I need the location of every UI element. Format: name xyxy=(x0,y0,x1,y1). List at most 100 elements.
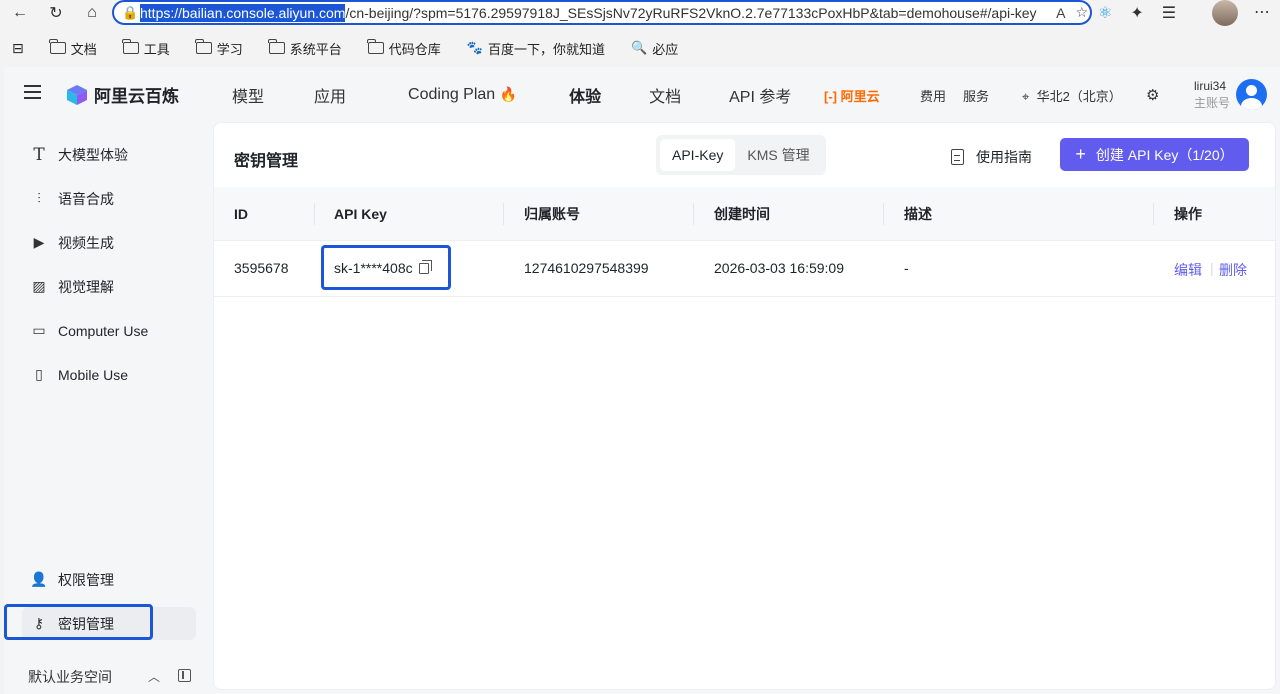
location-pin-icon: ⌖ xyxy=(1022,89,1030,104)
sidebar-item-vision[interactable]: ▨ 视觉理解 xyxy=(22,270,196,303)
table-header: ID API Key 归属账号 创建时间 描述 操作 xyxy=(214,187,1275,241)
sidebar-item-mobile-use[interactable]: ▯ Mobile Use xyxy=(22,358,196,391)
bookmark-study[interactable]: 学习 xyxy=(195,39,243,58)
bailian-logo-icon xyxy=(67,84,87,105)
bing-search-icon: 🔍 xyxy=(631,40,648,55)
main-panel: 密钥管理 API-Key KMS 管理 使用指南 + 创建 API Key（1/2… xyxy=(213,122,1276,690)
bookmark-label: 百度一下，你就知道 xyxy=(488,41,606,57)
page-title: 密钥管理 xyxy=(234,153,299,170)
user-role: 主账号 xyxy=(1194,96,1231,110)
plus-icon: + xyxy=(1075,144,1086,164)
created-time: 2026-03-03 16:59:09 xyxy=(714,260,844,276)
nav-model[interactable]: 模型 xyxy=(232,83,264,107)
sidebar: T 大模型体验 ⫶ 语音合成 ▶ 视频生成 ▨ 视觉理解 ▭ Computer Use ▯… xyxy=(4,121,210,694)
browser-profile-avatar[interactable] xyxy=(1212,0,1238,26)
edit-link[interactable]: 编辑 xyxy=(1174,260,1202,280)
home-icon[interactable]: ⌂ xyxy=(80,1,104,25)
sidebar-item-computer-use[interactable]: ▭ Computer Use xyxy=(22,314,196,347)
sidebar-item-label: Mobile Use xyxy=(58,366,129,383)
collections-icon[interactable]: ⊟ xyxy=(12,40,24,57)
bookmark-label: 文档 xyxy=(70,41,97,57)
top-navigation: 阿里云百炼 模型 应用 Coding Plan 🔥 体验 文档 API 参考 [… xyxy=(4,67,1280,121)
bookmark-label: 工具 xyxy=(143,41,170,57)
bookmark-docs[interactable]: 文档 xyxy=(49,39,97,58)
sidebar-item-llm[interactable]: T 大模型体验 xyxy=(22,138,196,171)
user-avatar[interactable] xyxy=(1236,79,1267,110)
guide-label: 使用指南 xyxy=(976,149,1032,165)
workspace-selector[interactable]: 默认业务空间 xyxy=(28,667,112,687)
nav-docs[interactable]: 文档 xyxy=(649,83,681,107)
react-extension-icon[interactable]: ⚛ xyxy=(1098,3,1112,23)
bookmark-tools[interactable]: 工具 xyxy=(122,39,170,58)
aliyun-label: 阿里云 xyxy=(840,89,880,104)
bookmark-label: 学习 xyxy=(216,41,243,57)
bookmark-repo[interactable]: 代码仓库 xyxy=(367,39,441,58)
key-id: 3595678 xyxy=(234,260,289,276)
create-api-key-button[interactable]: + 创建 API Key（1/20） xyxy=(1060,138,1249,171)
bookmark-bing[interactable]: 🔍 必应 xyxy=(631,39,678,58)
sidebar-item-video[interactable]: ▶ 视频生成 xyxy=(22,226,196,259)
nav-coding-plan[interactable]: Coding Plan 🔥 xyxy=(408,86,517,104)
folder-icon xyxy=(49,39,66,54)
nav-experience[interactable]: 体验 xyxy=(569,83,601,107)
back-icon[interactable]: ← xyxy=(8,1,32,25)
create-button-label: 创建 API Key（1/20） xyxy=(1095,146,1234,163)
user-info[interactable]: lirui34 主账号 xyxy=(1194,78,1230,112)
column-divider xyxy=(503,203,504,225)
action-divider: | xyxy=(1210,260,1214,276)
sidebar-item-tts[interactable]: ⫶ 语音合成 xyxy=(22,182,196,215)
billing-link[interactable]: 费用 xyxy=(920,86,946,105)
sidebar-item-label: Computer Use xyxy=(58,322,149,339)
folder-icon xyxy=(268,39,285,54)
refresh-icon[interactable]: ↻ xyxy=(44,1,68,25)
description: - xyxy=(904,260,909,276)
phone-icon: ▯ xyxy=(35,366,43,382)
more-options-icon[interactable]: ⋯ xyxy=(1254,2,1270,22)
folder-icon xyxy=(122,39,139,54)
sidebar-item-label: 视频生成 xyxy=(58,234,114,251)
favorite-star-icon[interactable]: ☆ xyxy=(1075,4,1088,21)
highlight-box xyxy=(4,604,153,640)
guide-link[interactable]: 使用指南 xyxy=(951,147,1032,167)
sidebar-item-label: 权限管理 xyxy=(58,571,114,588)
region-selector[interactable]: ⌖ 华北2（北京） xyxy=(1022,86,1122,105)
favorites-icon[interactable]: ☰ xyxy=(1162,3,1176,23)
user-icon: 👤 xyxy=(30,571,48,587)
column-divider xyxy=(1153,203,1154,225)
aliyun-logo[interactable]: [-] 阿里云 xyxy=(824,86,880,105)
main-nav: 模型 应用 Coding Plan 🔥 体验 文档 API 参考 xyxy=(232,83,841,107)
bookmark-label: 系统平台 xyxy=(289,41,342,57)
brand-logo[interactable]: 阿里云百炼 xyxy=(66,82,179,107)
console-app: 阿里云百炼 模型 应用 Coding Plan 🔥 体验 文档 API 参考 [… xyxy=(4,67,1280,694)
image-icon: ▨ xyxy=(32,278,46,294)
extensions-icon[interactable]: ✦ xyxy=(1130,3,1143,23)
address-bar[interactable]: 🔒 https://bailian.console.aliyun.com/cn-… xyxy=(112,0,1092,25)
menu-icon[interactable] xyxy=(24,85,41,99)
bookmark-baidu[interactable]: 🐾 百度一下，你就知道 xyxy=(467,39,605,58)
url-rest: /cn-beijing/?spm=5176.29597918J_SEsSjsNv… xyxy=(345,4,1037,21)
column-header: 归属账号 xyxy=(524,205,580,222)
nav-api-ref[interactable]: API 参考 xyxy=(729,83,791,107)
settings-gear-icon[interactable]: ⚙ xyxy=(1146,86,1159,104)
sidebar-item-permissions[interactable]: 👤 权限管理 xyxy=(22,563,196,596)
sidebar-item-label: 语音合成 xyxy=(58,190,114,207)
nav-app[interactable]: 应用 xyxy=(314,83,346,107)
collapse-sidebar-icon[interactable] xyxy=(178,669,191,682)
video-icon: ▶ xyxy=(33,234,45,250)
service-link[interactable]: 服务 xyxy=(963,86,989,105)
baidu-icon: 🐾 xyxy=(466,40,483,55)
brand-name: 阿里云百炼 xyxy=(94,87,179,106)
tab-api-key[interactable]: API-Key xyxy=(660,139,736,171)
document-icon xyxy=(951,149,964,165)
tab-kms[interactable]: KMS 管理 xyxy=(735,139,821,171)
column-header: 创建时间 xyxy=(714,205,770,222)
delete-link[interactable]: 删除 xyxy=(1219,260,1247,280)
read-aloud-icon[interactable]: A xyxy=(1056,5,1065,21)
browser-toolbar: ← ↻ ⌂ 🔒 https://bailian.console.aliyun.c… xyxy=(0,0,1280,26)
sidebar-item-label: 大模型体验 xyxy=(58,146,128,163)
folder-icon xyxy=(195,39,212,54)
tab-group: API-Key KMS 管理 xyxy=(656,135,826,175)
sidebar-item-label: 视觉理解 xyxy=(58,278,114,295)
chevron-up-icon[interactable]: ︿ xyxy=(148,668,160,685)
bookmark-systems[interactable]: 系统平台 xyxy=(268,39,342,58)
